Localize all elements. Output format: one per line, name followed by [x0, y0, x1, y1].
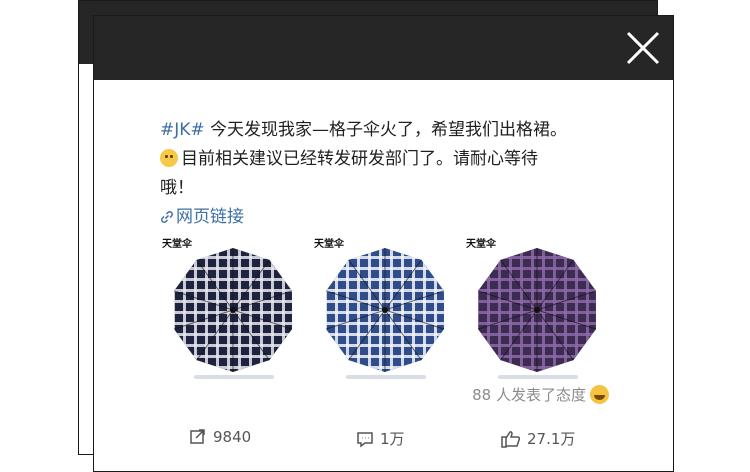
- post-line-1: #JK# 今天发现我家—格子伞火了，希望我们出格裙。: [160, 116, 630, 145]
- post-text-1: 今天发现我家—格子伞火了，希望我们出格裙。: [204, 120, 568, 140]
- watermark: [194, 375, 274, 379]
- card-header: [94, 16, 673, 80]
- share-button[interactable]: 9840: [189, 428, 251, 446]
- photo-grid: 天堂伞 天堂伞 天堂伞: [160, 233, 610, 383]
- laugh-emoji-icon: [590, 385, 609, 404]
- share-count: 9840: [213, 428, 252, 446]
- photo-umbrella-2[interactable]: 天堂伞: [312, 233, 457, 383]
- close-icon: [626, 31, 660, 65]
- post-text-3: 哦！: [160, 178, 194, 198]
- photo-umbrella-3[interactable]: 天堂伞: [464, 233, 609, 383]
- post-card: #JK# 今天发现我家—格子伞火了，希望我们出格裙。 目前相关建议已经转发研发部…: [93, 15, 674, 472]
- reaction-summary[interactable]: 88 人发表了态度: [472, 384, 609, 405]
- comment-button[interactable]: 1万: [356, 428, 405, 449]
- share-icon: [190, 429, 205, 444]
- grin-emoji-icon: [160, 149, 178, 167]
- brand-mark: 天堂伞: [466, 239, 496, 250]
- web-link[interactable]: 网页链接: [160, 203, 630, 234]
- reaction-text: 88 人发表了态度: [472, 386, 586, 404]
- thumbs-up-icon: [501, 430, 521, 448]
- post-text-2: 目前相关建议已经转发研发部门了。请耐心等待: [181, 149, 538, 169]
- brand-mark: 天堂伞: [162, 239, 192, 250]
- hashtag-link[interactable]: #JK#: [160, 120, 205, 140]
- comment-icon: [357, 431, 373, 447]
- action-bar: 9840 1万 27.1万: [94, 428, 673, 458]
- post-text: #JK# 今天发现我家—格子伞火了，希望我们出格裙。 目前相关建议已经转发研发部…: [160, 116, 630, 234]
- comment-count: 1万: [380, 430, 405, 448]
- photo-umbrella-1[interactable]: 天堂伞: [160, 233, 305, 383]
- watermark: [346, 375, 426, 379]
- watermark: [498, 375, 578, 379]
- link-icon: [160, 205, 174, 234]
- like-count: 27.1万: [527, 430, 576, 448]
- brand-mark: 天堂伞: [314, 239, 344, 250]
- close-button[interactable]: [625, 30, 661, 66]
- like-button[interactable]: 27.1万: [501, 428, 575, 449]
- web-link-label[interactable]: 网页链接: [176, 207, 244, 227]
- post-line-2: 目前相关建议已经转发研发部门了。请耐心等待: [160, 145, 630, 174]
- post-line-3: 哦！: [160, 174, 630, 203]
